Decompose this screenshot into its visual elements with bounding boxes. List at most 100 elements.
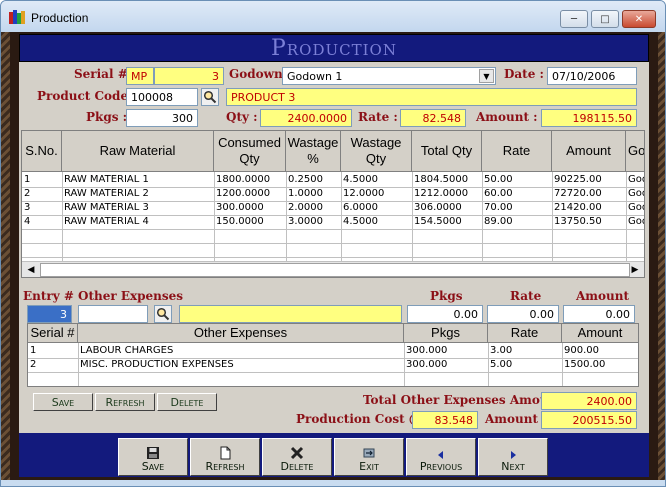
previous-button[interactable]: Previous — [406, 438, 476, 476]
col-header-total-qty[interactable]: Total Qty — [412, 131, 482, 172]
production-cost-field[interactable]: 83.548 — [412, 411, 478, 429]
col-header-consumed-qty[interactable]: Consumed Qty — [214, 131, 286, 172]
grid-row-line — [22, 243, 644, 244]
total-other-expenses-field[interactable]: 2400.00 — [541, 392, 637, 410]
date-field[interactable]: 07/10/2006 — [547, 67, 637, 85]
exit-button[interactable]: Exit — [334, 438, 404, 476]
rate-field[interactable]: 82.548 — [400, 109, 466, 127]
expense-save-button[interactable]: Save — [33, 393, 93, 411]
pkgs-field[interactable]: 300 — [126, 109, 198, 127]
exp-col-header-pkgs[interactable]: Pkgs — [404, 324, 488, 343]
search-icon — [156, 307, 170, 321]
table-cell: 4 — [24, 216, 31, 227]
expense-delete-button[interactable]: Delete — [157, 393, 217, 411]
scroll-thumb[interactable] — [40, 263, 630, 277]
scroll-right-icon[interactable]: ▶ — [628, 264, 642, 276]
table-cell: RAW MATERIAL 1 — [64, 174, 149, 185]
serial-number-field[interactable]: 3 — [154, 67, 224, 85]
frame-border-left — [1, 32, 10, 480]
exp-col-header-rate[interactable]: Rate — [488, 324, 562, 343]
serial-prefix-field[interactable]: MP — [126, 67, 154, 85]
grid-row-line — [22, 215, 644, 216]
table-cell: 3.00 — [490, 345, 513, 356]
qty-field[interactable]: 2400.0000 — [260, 109, 352, 127]
grid-row-line — [22, 201, 644, 202]
table-cell: 2 — [30, 359, 37, 370]
expense-code-field[interactable] — [78, 305, 148, 323]
amount-field[interactable]: 198115.50 — [541, 109, 637, 127]
table-cell: 50.00 — [484, 174, 513, 185]
product-search-button[interactable] — [201, 88, 219, 106]
delete-button[interactable]: Delete — [262, 438, 332, 476]
maximize-button[interactable]: □ — [591, 10, 619, 28]
expense-search-button[interactable] — [154, 305, 172, 323]
godown-select[interactable]: Godown 1 ▼ — [282, 67, 496, 85]
production-window: Production ─ □ ✕ Production Serial # MP … — [0, 0, 666, 487]
delete-button-label: Delete — [280, 460, 314, 473]
close-button[interactable]: ✕ — [622, 10, 656, 28]
save-icon — [147, 447, 159, 459]
other-expenses-label: Other Expenses — [78, 289, 184, 303]
table-cell: 300.0000 — [216, 202, 264, 213]
table-cell: 154.5000 — [414, 216, 462, 227]
save-button[interactable]: Save — [118, 438, 188, 476]
exp-col-header-serial[interactable]: Serial # — [28, 324, 78, 343]
chevron-down-icon[interactable]: ▼ — [479, 69, 494, 83]
other-expenses-grid[interactable]: Serial # Other Expenses Pkgs Rate Amount… — [27, 323, 639, 387]
grid-column-line — [286, 172, 287, 261]
search-icon — [203, 90, 217, 104]
raw-materials-grid[interactable]: S.No. Raw Material Consumed Qty Wastage … — [21, 130, 645, 278]
expense-amount-field[interactable]: 0.00 — [563, 305, 635, 323]
col-header-amount[interactable]: Amount — [552, 131, 626, 172]
table-cell: 900.00 — [564, 345, 599, 356]
col-header-wastage-qty[interactable]: Wastage Qty — [341, 131, 412, 172]
table-cell: 60.00 — [484, 188, 513, 199]
table-cell: 5.00 — [490, 359, 513, 370]
table-cell: 1.0000 — [288, 188, 323, 199]
grid-column-line — [404, 343, 405, 386]
col-header-rate[interactable]: Rate — [482, 131, 552, 172]
table-cell: 89.00 — [484, 216, 513, 227]
refresh-icon — [220, 446, 231, 460]
table-cell: 21420.00 — [554, 202, 602, 213]
col-header-sno[interactable]: S.No. — [22, 131, 62, 172]
grid-column-line — [562, 343, 563, 386]
product-code-field[interactable]: 100008 — [126, 88, 198, 106]
table-cell: 1500.00 — [564, 359, 606, 370]
table-cell: 1212.0000 — [414, 188, 469, 199]
header-banner: Production — [19, 34, 649, 62]
table-cell: 306.0000 — [414, 202, 462, 213]
grid-row-line — [22, 229, 644, 230]
table-cell: 0.2500 — [288, 174, 323, 185]
table-cell: 13750.50 — [554, 216, 602, 227]
table-cell: LABOUR CHARGES — [80, 345, 174, 356]
total-amount-field[interactable]: 200515.50 — [541, 411, 637, 429]
next-button[interactable]: Next — [478, 438, 548, 476]
scroll-left-icon[interactable]: ◀ — [24, 264, 38, 276]
table-cell: 1804.5000 — [414, 174, 469, 185]
expense-rate-field[interactable]: 0.00 — [487, 305, 559, 323]
horizontal-scrollbar[interactable]: ◀ ▶ — [22, 261, 644, 277]
table-cell: 3.0000 — [288, 216, 323, 227]
exp-col-header-amount[interactable]: Amount — [562, 324, 638, 343]
expense-name-field[interactable] — [179, 305, 402, 323]
refresh-button[interactable]: Refresh — [190, 438, 260, 476]
exp-col-header-other-expenses[interactable]: Other Expenses — [78, 324, 404, 343]
expense-refresh-button[interactable]: Refresh — [95, 393, 155, 411]
qty-label: Qty : — [226, 110, 258, 124]
product-name-field[interactable]: PRODUCT 3 — [226, 88, 637, 106]
expense-pkgs-field[interactable]: 0.00 — [407, 305, 483, 323]
table-cell: Godown 1 — [628, 174, 644, 185]
col-header-godown[interactable]: Godown — [626, 131, 644, 172]
minimize-button[interactable]: ─ — [560, 10, 588, 28]
table-cell: 70.00 — [484, 202, 513, 213]
col-header-raw-material[interactable]: Raw Material — [62, 131, 214, 172]
refresh-button-label: Refresh — [205, 460, 245, 473]
minimize-icon: ─ — [570, 13, 578, 25]
grid-column-line — [488, 343, 489, 386]
col-header-wastage-pct[interactable]: Wastage % — [286, 131, 341, 172]
grid-column-line — [78, 343, 79, 386]
title-bar[interactable]: Production ─ □ ✕ — [1, 1, 665, 32]
grid-column-line — [341, 172, 342, 261]
entry-number-field[interactable]: 3 — [27, 305, 72, 323]
